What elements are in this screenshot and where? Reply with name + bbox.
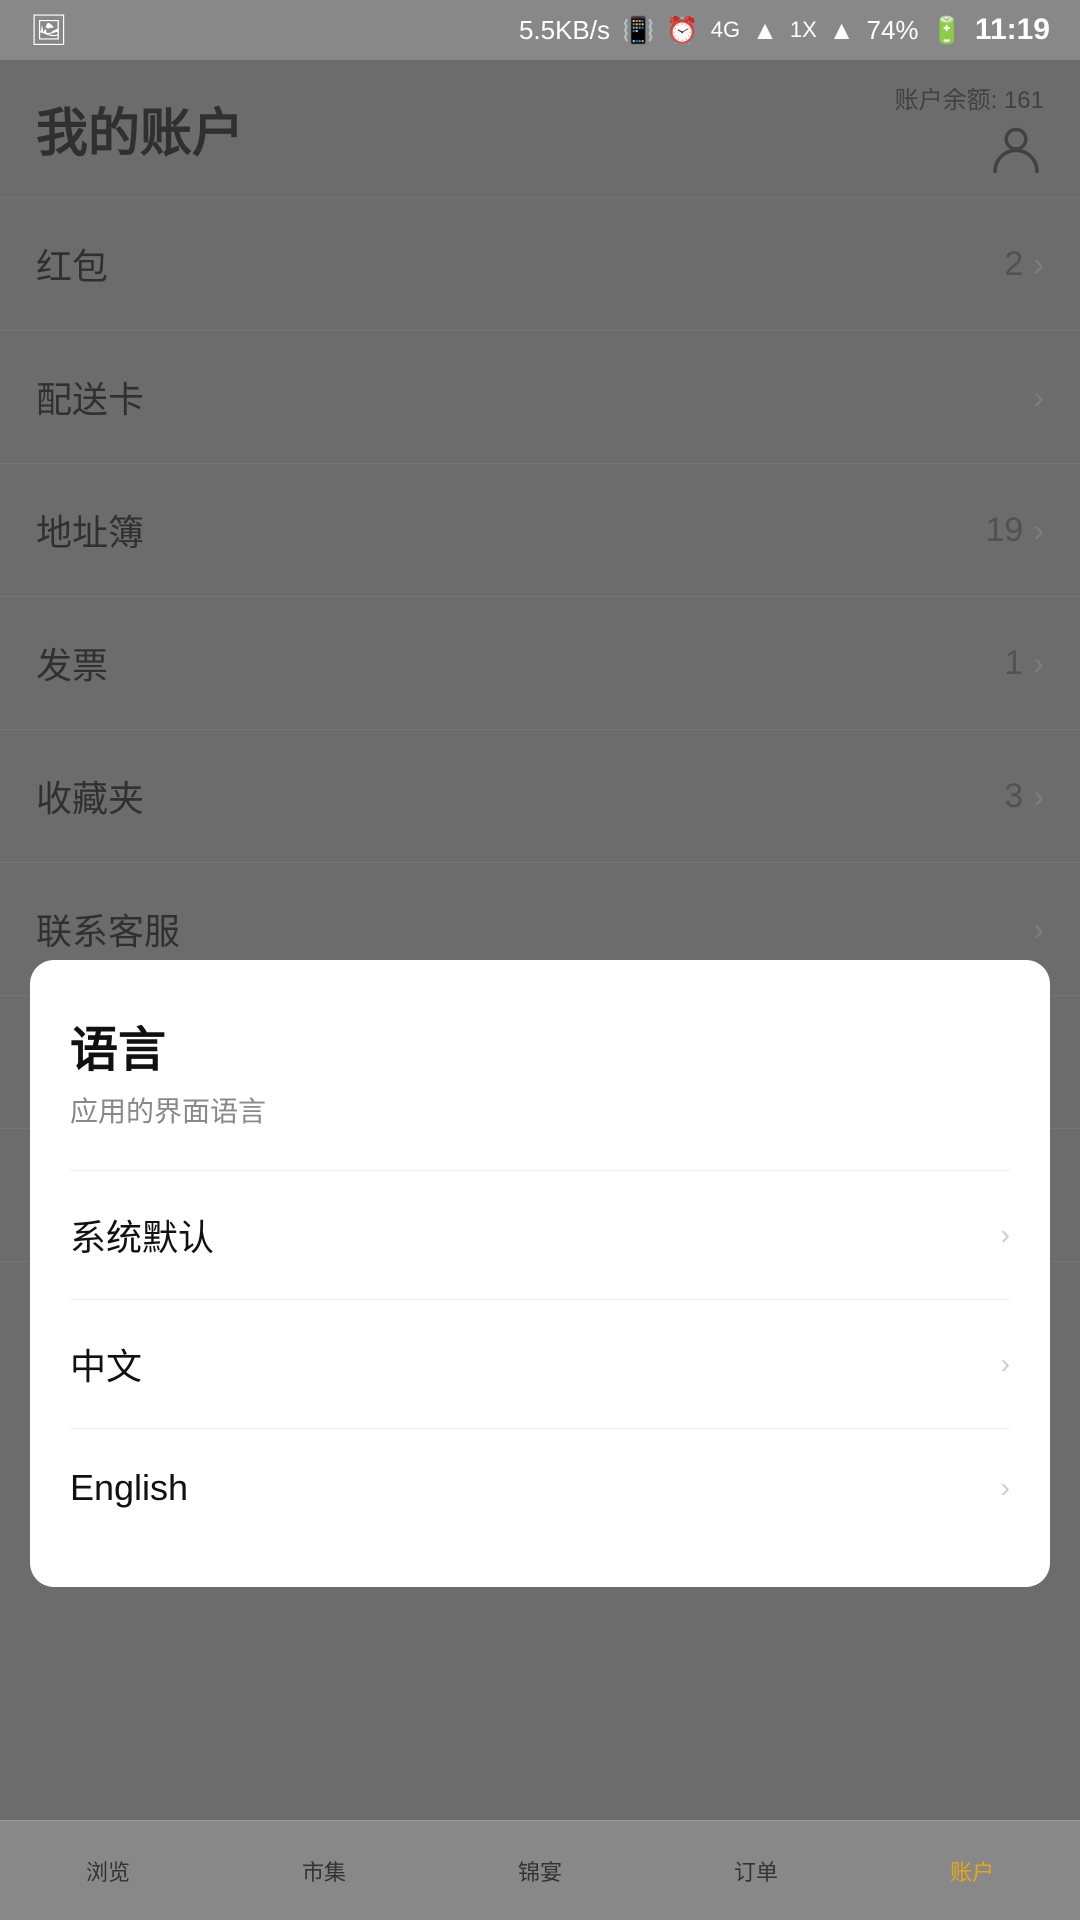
nav-item-market[interactable]: 市集 <box>216 1855 432 1887</box>
sheet-title: 语言 <box>70 1010 1010 1080</box>
chevron-right-icon: › <box>1001 1348 1010 1380</box>
chevron-right-icon: › <box>1001 1472 1010 1504</box>
data-4g-icon: 4G <box>711 17 740 43</box>
language-option-label-english: English <box>70 1467 188 1509</box>
language-option-chinese[interactable]: 中文 › <box>70 1299 1010 1428</box>
nav-item-browse[interactable]: 浏览 <box>0 1855 216 1887</box>
status-time: 11:19 <box>975 13 1050 47</box>
nav-item-orders[interactable]: 订单 <box>648 1855 864 1887</box>
signal2-icon: ▲ <box>829 15 855 46</box>
network-speed: 5.5KB/s <box>519 15 610 46</box>
language-option-label-system-default: 系统默认 <box>70 1209 214 1261</box>
bottom-navigation: 浏览 市集 锦宴 订单 账户 <box>0 1820 1080 1920</box>
nav-label-browse: 浏览 <box>86 1855 130 1887</box>
nav-label-account: 账户 <box>950 1855 994 1887</box>
nav-label-jinyan: 锦宴 <box>518 1855 562 1887</box>
language-option-english[interactable]: English › <box>70 1428 1010 1547</box>
sheet-options: 系统默认 › 中文 › English › <box>70 1170 1010 1547</box>
notification-icon: 🖼 <box>30 13 68 48</box>
nav-label-orders: 订单 <box>734 1855 778 1887</box>
status-bar: 🖼 5.5KB/s 📳 ⏰ 4G ▲ 1X ▲ 74% 🔋 11:19 <box>0 0 1080 60</box>
language-sheet: 语言 应用的界面语言 系统默认 › 中文 › English › <box>30 960 1050 1587</box>
nav-item-account[interactable]: 账户 <box>864 1855 1080 1887</box>
chevron-right-icon: › <box>1001 1219 1010 1251</box>
nav-label-market: 市集 <box>302 1855 346 1887</box>
language-option-label-chinese: 中文 <box>70 1338 142 1390</box>
sheet-subtitle: 应用的界面语言 <box>70 1090 1010 1130</box>
vibrate-icon: 📳 <box>622 15 654 46</box>
signal-icon: ▲ <box>752 15 778 46</box>
alarm-icon: ⏰ <box>666 15 698 46</box>
battery-icon: 🔋 <box>931 15 963 46</box>
language-option-system-default[interactable]: 系统默认 › <box>70 1170 1010 1299</box>
status-right: 5.5KB/s 📳 ⏰ 4G ▲ 1X ▲ 74% 🔋 11:19 <box>519 13 1050 47</box>
battery-percent: 74% <box>867 15 919 46</box>
nav-item-jinyan[interactable]: 锦宴 <box>432 1855 648 1887</box>
data-1x-icon: 1X <box>790 17 817 43</box>
status-left: 🖼 <box>30 13 68 48</box>
